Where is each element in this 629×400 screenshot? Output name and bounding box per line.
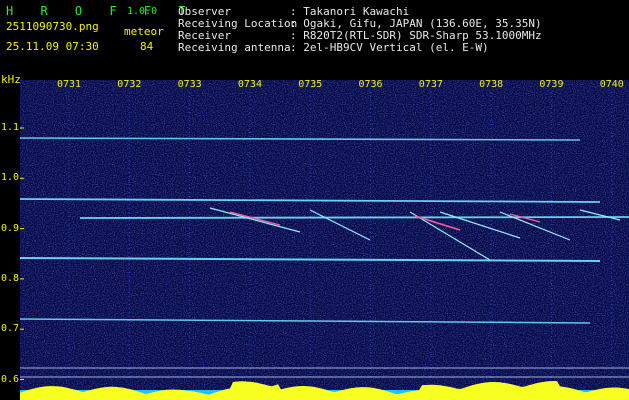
x-tick-label: 0734 — [237, 79, 262, 90]
y-tick-label: 0.7 — [1, 323, 20, 335]
x-tick-label: 0740 — [599, 79, 624, 90]
y-tick-label: 0.9 — [1, 222, 20, 234]
observation-datetime: 25.11.09 07:30 — [6, 40, 99, 53]
carrier-trace-0.92 — [79, 216, 629, 219]
antenna-value: : 2el-HB9CV Vertical (el. E-W) — [290, 41, 489, 54]
x-tick-label: 0733 — [177, 79, 202, 90]
app-name: H R O F F T — [6, 4, 196, 18]
noise-floor — [20, 80, 629, 400]
antenna-key: Receiving antenna — [178, 41, 291, 54]
image-filename: 2511090730.png — [6, 20, 99, 33]
x-tick-label: 0737 — [418, 79, 443, 90]
y-tick-label: 0.6 — [1, 373, 20, 385]
spectrogram-plot — [20, 80, 629, 400]
app-version: 1.0.0 — [127, 6, 158, 17]
meteor-count: 84 — [140, 40, 154, 53]
y-axis-unit: kHz — [1, 73, 21, 86]
meteor-label: meteor — [124, 25, 164, 38]
x-tick-label: 0735 — [298, 79, 323, 90]
x-tick-label: 0736 — [358, 79, 383, 90]
x-tick-label: 0738 — [479, 79, 504, 90]
y-tick-label: 1.0 — [1, 172, 20, 184]
y-tick-label: 0.8 — [1, 272, 20, 284]
x-tick-label: 0732 — [117, 79, 142, 90]
header-panel: H R O F F T 1.0.0 2511090730.png 25.11.0… — [0, 0, 629, 80]
y-tick-label: 1.1 — [1, 122, 20, 133]
x-tick-label: 0731 — [57, 79, 82, 90]
x-tick-label: 0739 — [539, 79, 564, 90]
